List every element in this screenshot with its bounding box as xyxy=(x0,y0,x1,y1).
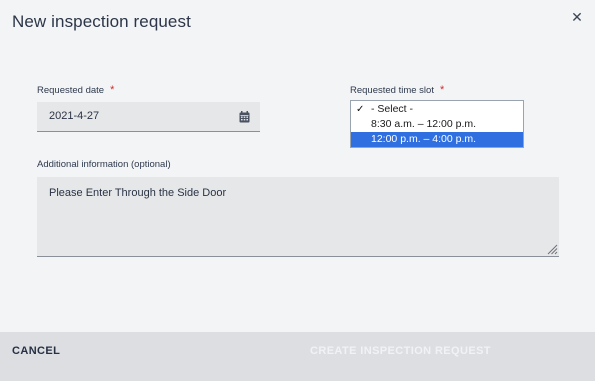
requested-date-field[interactable]: 2021-4-27 xyxy=(37,102,260,132)
time-slot-option-label: 8:30 a.m. – 12:00 p.m. xyxy=(371,118,477,130)
create-inspection-request-button[interactable]: CREATE INSPECTION REQUEST xyxy=(310,345,491,357)
time-slot-option-label: 12:00 p.m. – 4:00 p.m. xyxy=(371,133,477,145)
dialog-footer: CANCEL CREATE INSPECTION REQUEST xyxy=(0,332,595,381)
additional-info-value: Please Enter Through the Side Door xyxy=(49,187,227,199)
calendar-icon[interactable] xyxy=(239,111,250,123)
dialog-title: New inspection request xyxy=(12,12,191,31)
resize-handle-icon[interactable] xyxy=(546,243,558,255)
checkmark-icon: ✓ xyxy=(356,104,365,115)
time-slot-label-text: Requested time slot xyxy=(350,85,434,96)
cancel-button[interactable]: CANCEL xyxy=(12,345,60,357)
time-slot-option-select[interactable]: ✓ - Select - xyxy=(351,102,523,117)
requested-date-value: 2021-4-27 xyxy=(49,110,100,122)
time-slot-option-label: - Select - xyxy=(371,103,414,115)
required-marker: * xyxy=(439,84,445,96)
close-icon[interactable]: ✕ xyxy=(569,8,585,26)
time-slot-option-afternoon[interactable]: 12:00 p.m. – 4:00 p.m. xyxy=(351,132,523,147)
required-marker: * xyxy=(110,84,115,96)
time-slot-label: Requested time slot * xyxy=(350,84,444,96)
inspection-request-dialog: New inspection request ✕ Requested date *… xyxy=(0,0,595,381)
additional-info-label: Additional information (optional) xyxy=(37,159,171,170)
requested-date-label: Requested date * xyxy=(37,84,114,96)
requested-date-label-text: Requested date xyxy=(37,85,105,96)
time-slot-option-morning[interactable]: 8:30 a.m. – 12:00 p.m. xyxy=(351,117,523,132)
time-slot-dropdown[interactable]: ✓ - Select - 8:30 a.m. – 12:00 p.m. 12:0… xyxy=(350,100,524,148)
additional-info-textarea[interactable]: Please Enter Through the Side Door xyxy=(37,177,559,257)
